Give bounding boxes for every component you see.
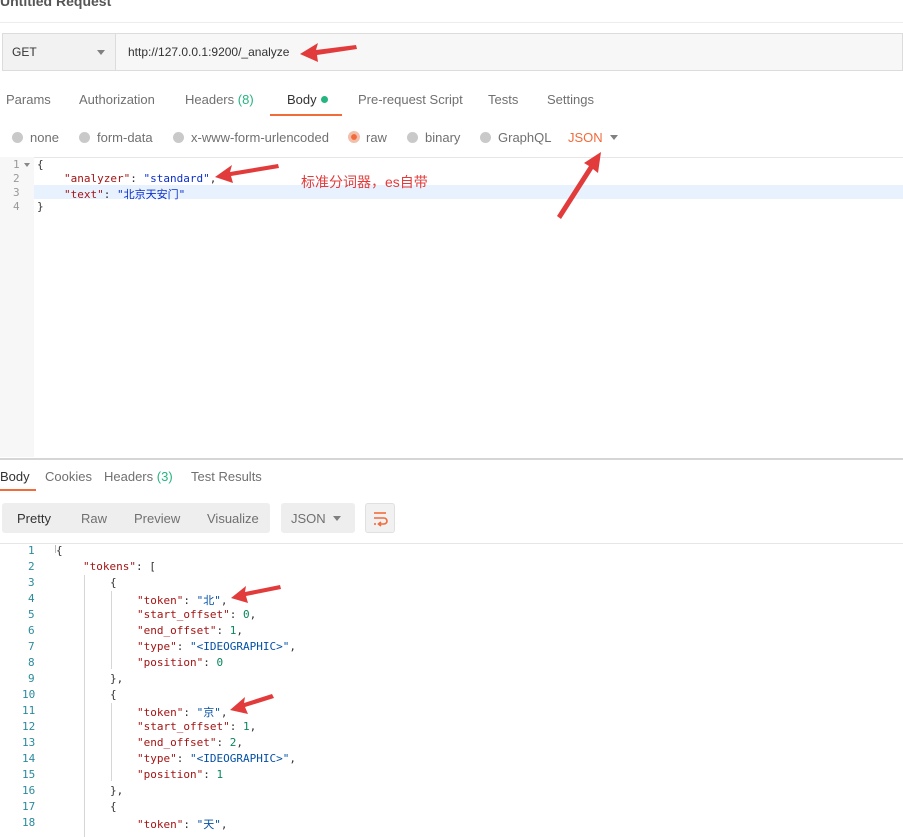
arrow-icon xyxy=(215,164,279,183)
arrow-icon xyxy=(230,694,274,714)
arrow-icon xyxy=(557,152,601,219)
annotation-arrows xyxy=(215,43,601,714)
arrow-icon xyxy=(231,585,281,603)
arrow-icon xyxy=(300,43,357,62)
